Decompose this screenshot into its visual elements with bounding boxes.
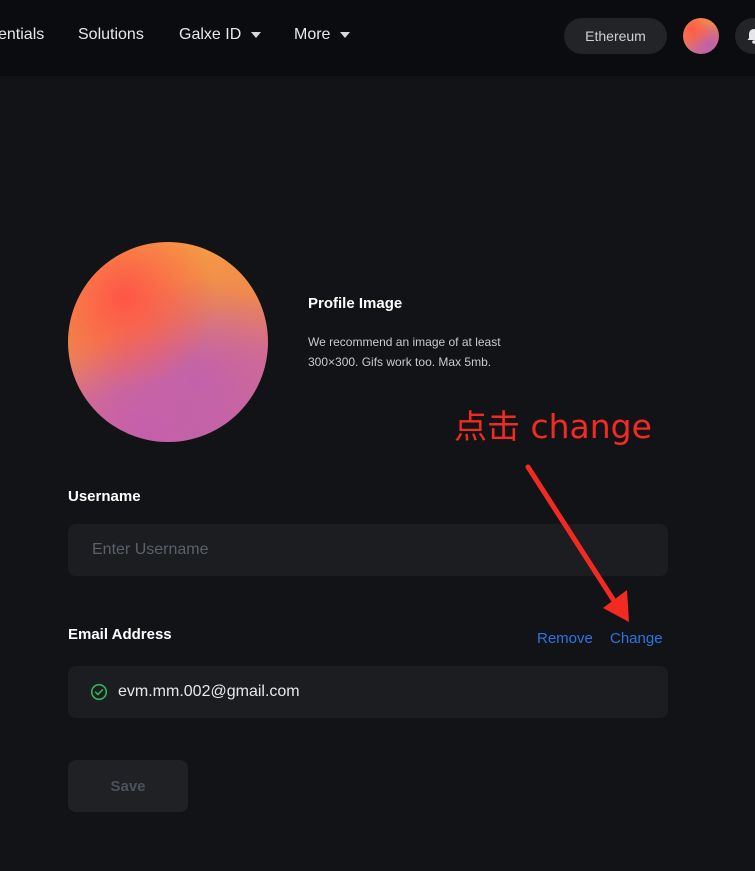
email-value: evm.mm.002@gmail.com — [118, 683, 300, 700]
email-label: Email Address — [68, 626, 172, 643]
user-avatar-icon[interactable] — [683, 18, 719, 54]
network-selector-button[interactable]: Ethereum — [564, 18, 667, 54]
profile-image-upload[interactable] — [68, 242, 268, 442]
top-nav-bar: entials Solutions Galxe ID More Ethereum — [0, 0, 755, 76]
email-field: evm.mm.002@gmail.com — [68, 666, 668, 718]
nav-item-galxe-id[interactable]: Galxe ID — [179, 26, 262, 44]
annotation-label: 点击 change — [454, 407, 652, 446]
nav-item-credentials[interactable]: entials — [0, 26, 44, 44]
nav-item-more[interactable]: More — [294, 26, 351, 44]
network-label: Ethereum — [585, 28, 646, 44]
nav-item-solutions[interactable]: Solutions — [78, 26, 144, 44]
username-label: Username — [68, 488, 141, 505]
check-circle-icon — [90, 683, 108, 701]
nav-item-label: Solutions — [78, 26, 144, 43]
caret-down-icon — [251, 32, 262, 38]
profile-image-title: Profile Image — [308, 295, 403, 312]
bell-icon — [747, 29, 755, 44]
nav-item-label: More — [294, 26, 331, 43]
nav-item-label: Galxe ID — [179, 26, 242, 43]
change-email-link[interactable]: Change — [610, 630, 663, 647]
nav-item-label: entials — [0, 26, 45, 43]
save-button[interactable]: Save — [68, 760, 188, 812]
caret-down-icon — [340, 32, 351, 38]
username-input[interactable] — [68, 524, 668, 576]
remove-email-link[interactable]: Remove — [537, 630, 593, 647]
profile-image-description: We recommend an image of at least 300×30… — [308, 335, 501, 369]
arrow-head — [603, 590, 629, 622]
notifications-button[interactable] — [735, 18, 755, 54]
